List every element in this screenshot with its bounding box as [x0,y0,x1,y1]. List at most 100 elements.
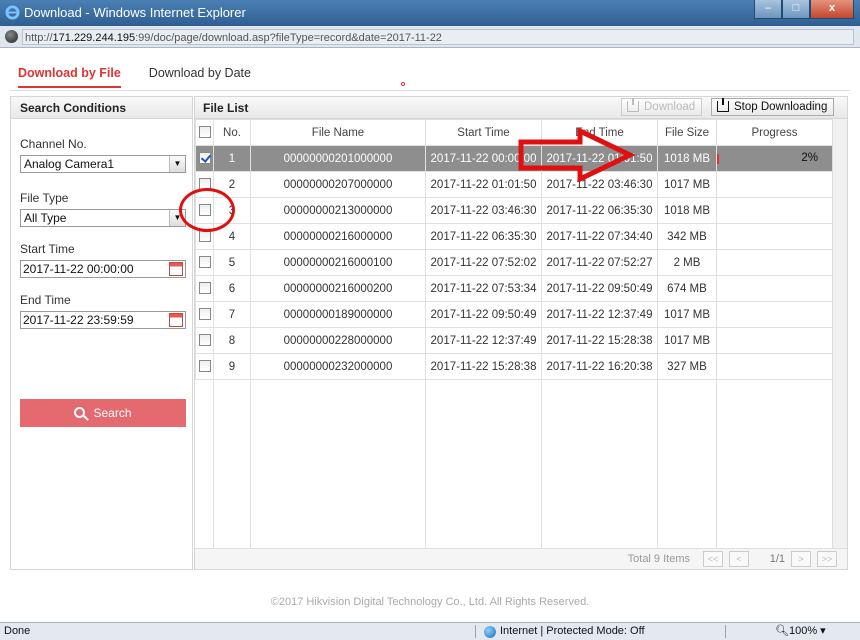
progress-bar-fill [717,154,720,164]
table-row[interactable]: 7 00000000189000000 2017-11-22 09:50:49 201… [195,301,833,328]
url-host: 171.229.244.195 [52,32,136,44]
copyright-text: ©2017 Hikvision Digital Technology Co., … [270,596,590,608]
select-all-cell [195,119,214,146]
row-checkbox[interactable] [198,334,211,347]
last-page-button[interactable]: >> [817,551,837,567]
stop-downloading-label: Stop Downloading [734,101,828,113]
address-bar: http://171.229.244.195:99/doc/page/downl… [0,26,860,48]
row-checkbox-cell [195,327,214,354]
download-button[interactable]: Download [621,98,703,116]
row-checkbox-cell [195,145,214,172]
tab-download-by-file[interactable]: Download by File [18,66,121,88]
status-separator [475,625,476,638]
table-row[interactable]: 2 00000000207000000 2017-11-22 01:01:50 201… [195,171,833,198]
cell-end-time: 2017-11-22 15:28:38 [541,327,658,354]
cell-end-time: 2017-11-22 09:50:49 [541,275,658,302]
table-row[interactable]: 3 00000000213000000 2017-11-22 03:46:30 201… [195,197,833,224]
table-row[interactable]: 6 00000000216000200 2017-11-22 07:53:34 201… [195,275,833,302]
channel-select[interactable]: Analog Camera1 ▼ [20,155,186,173]
table-row[interactable]: 4 00000000216000000 2017-11-22 06:35:30 201… [195,223,833,250]
table-row[interactable]: 5 00000000216000100 2017-11-22 07:52:02 201… [195,249,833,276]
ie-logo-icon [5,5,20,20]
cell-progress [716,275,833,302]
zoom-level[interactable]: 🔍︎100% ▾ [775,623,826,640]
end-time-input[interactable]: 2017-11-22 23:59:59 [20,311,186,329]
start-time-input[interactable]: 2017-11-22 00:00:00 [20,260,186,278]
window-title: Download - Windows Internet Explorer [24,5,246,20]
table-header-row: No. File Name Start Time End Time File S… [195,119,833,146]
search-button[interactable]: Search [20,399,186,427]
annotation-arrow-icon [518,128,636,182]
security-zone[interactable]: Internet | Protected Mode: Off [482,623,645,640]
prev-page-button[interactable]: < [729,551,749,567]
close-button[interactable]: x [810,0,854,19]
row-checkbox[interactable] [198,152,211,165]
cell-file-size: 1017 MB [657,171,717,198]
cell-no: 1 [213,145,251,172]
cell-start-time: 2017-11-22 03:46:30 [425,197,542,224]
column-divider [250,355,251,548]
progress-text: 2% [801,152,818,164]
search-button-label: Search [93,406,132,420]
cell-progress: 2% [716,145,833,172]
url-field[interactable]: http://171.229.244.195:99/doc/page/downl… [22,29,854,45]
row-checkbox[interactable] [198,256,211,269]
end-time-value: 2017-11-22 23:59:59 [23,313,134,327]
cell-start-time: 2017-11-22 07:52:02 [425,249,542,276]
total-items: Total 9 Items [627,553,690,565]
select-all-checkbox[interactable] [198,126,211,139]
download-button-label: Download [644,101,696,113]
pagination-bar: Total 9 Items << < 1/1 > >> [195,548,847,569]
column-divider [716,355,717,548]
cell-start-time: 2017-11-22 12:37:49 [425,327,542,354]
cell-file-name: 00000000213000000 [250,197,426,224]
page-indicator: 1/1 [769,553,785,565]
calendar-icon[interactable] [169,262,183,276]
calendar-icon[interactable] [169,313,183,327]
tab-download-by-date[interactable]: Download by Date [149,66,251,88]
maximize-button[interactable]: □ [782,0,810,19]
row-checkbox[interactable] [198,282,211,295]
file-type-select[interactable]: All Type ▼ [20,209,186,227]
cell-start-time: 2017-11-22 07:53:34 [425,275,542,302]
cell-progress [716,327,833,354]
row-checkbox[interactable] [198,230,211,243]
search-conditions-panel: Search Conditions Channel No. Analog Cam… [10,96,193,570]
minimize-button[interactable]: – [754,0,782,19]
cell-progress [716,171,833,198]
next-page-button[interactable]: > [791,551,811,567]
cell-progress [716,301,833,328]
url-path: :99/doc/page/download.asp?fileType=recor… [135,32,442,44]
zoom-value: 100% [788,625,818,637]
channel-value: Analog Camera1 [24,157,115,171]
cell-progress [716,249,833,276]
search-conditions-header: Search Conditions [11,97,192,119]
status-separator [725,625,726,638]
tab-divider [10,90,850,91]
row-checkbox-cell [195,275,214,302]
cell-progress [716,223,833,250]
column-header-file-size: File Size [657,119,717,146]
chevron-down-icon[interactable]: ▼ [169,156,185,172]
table-row[interactable]: 8 00000000228000000 2017-11-22 12:37:49 201… [195,327,833,354]
cell-no: 5 [213,249,251,276]
cell-end-time: 2017-11-22 07:34:40 [541,223,658,250]
row-checkbox[interactable] [198,308,211,321]
download-icon [717,98,729,112]
cell-start-time: 2017-11-22 06:35:30 [425,223,542,250]
cell-file-size: 2 MB [657,249,717,276]
column-divider [213,355,214,548]
table-row[interactable]: 1 00000000201000000 2017-11-22 00:00:00 201… [195,145,833,172]
cell-file-name: 00000000207000000 [250,171,426,198]
file-type-label: File Type [20,191,69,205]
stop-downloading-button[interactable]: Stop Downloading [711,98,835,116]
file-type-value: All Type [24,211,67,225]
row-checkbox-cell [195,301,214,328]
table-scrollbar[interactable] [832,119,847,548]
cell-file-name: 00000000201000000 [250,145,426,172]
title-bar: Download - Windows Internet Explorer – □… [0,0,860,26]
file-table: No. File Name Start Time End Time File S… [195,119,833,380]
cell-no: 7 [213,301,251,328]
first-page-button[interactable]: << [703,551,723,567]
cell-file-name: 00000000228000000 [250,327,426,354]
